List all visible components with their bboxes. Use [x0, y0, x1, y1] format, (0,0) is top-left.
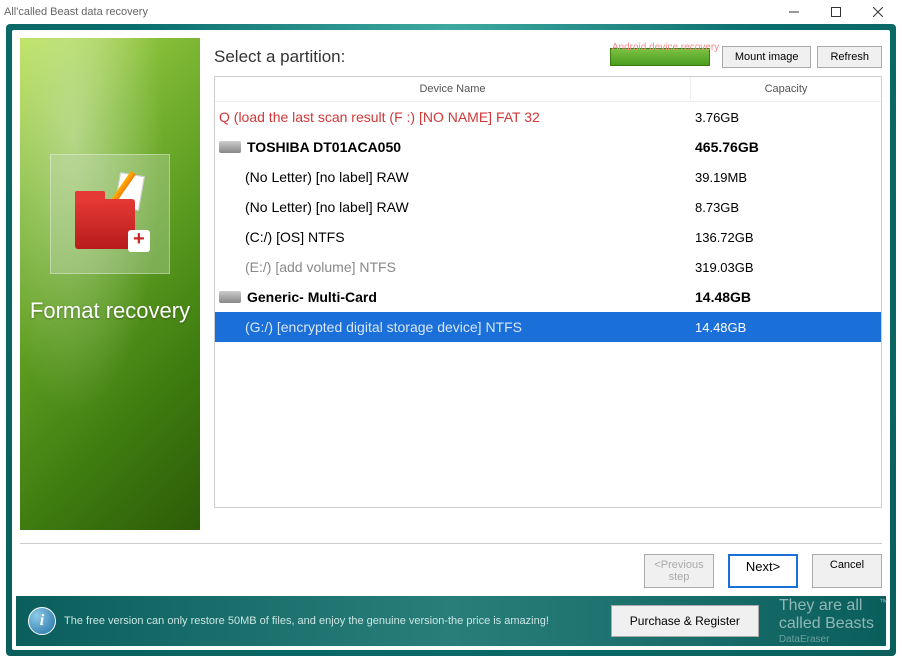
partition-label: Select a partition:: [214, 47, 610, 67]
previous-button: <Previous step: [644, 554, 714, 588]
app-logo-icon: [70, 174, 150, 254]
footer: i The free version can only restore 50MB…: [16, 596, 886, 646]
card-icon: [219, 291, 241, 303]
window-controls: [782, 2, 898, 22]
nav-area: <Previous step Next> Cancel: [20, 543, 882, 596]
partition-row[interactable]: (No Letter) [no label] RAW 39.19MB: [215, 162, 881, 192]
disk-row[interactable]: Generic- Multi-Card 14.48GB: [215, 282, 881, 312]
trademark: ™: [879, 597, 888, 607]
info-icon: i: [28, 607, 56, 635]
window-title: All'called Beast data recovery: [4, 6, 782, 18]
brand-label: DataEraser: [779, 634, 874, 645]
app-inner: Format recovery Select a partition: Andr…: [12, 30, 890, 650]
brand-area: They are allcalled Beasts ™ DataEraser: [779, 597, 874, 645]
titlebar: All'called Beast data recovery: [0, 0, 902, 24]
table-body: Q (load the last scan result (F :) [NO N…: [215, 102, 881, 507]
refresh-button[interactable]: Refresh: [817, 46, 882, 68]
partition-row[interactable]: (E:/) [add volume] NTFS 319.03GB: [215, 252, 881, 282]
close-button[interactable]: [866, 2, 890, 22]
table-header: Device Name Capacity: [215, 77, 881, 102]
android-recovery-button[interactable]: Android device recovery: [610, 48, 710, 66]
minimize-button[interactable]: [782, 2, 806, 22]
partition-row-selected[interactable]: (G:/) [encrypted digital storage device]…: [215, 312, 881, 342]
app-frame: Format recovery Select a partition: Andr…: [6, 24, 896, 656]
next-button[interactable]: Next>: [728, 554, 798, 588]
main-content: Format recovery Select a partition: Andr…: [12, 30, 890, 531]
disk-icon: [219, 141, 241, 153]
purchase-button[interactable]: Purchase & Register: [611, 605, 759, 637]
sidebar-title: Format recovery: [30, 298, 190, 324]
cancel-button[interactable]: Cancel: [812, 554, 882, 588]
partition-row[interactable]: (No Letter) [no label] RAW 8.73GB: [215, 192, 881, 222]
logo-box: [50, 154, 170, 274]
partition-row[interactable]: (C:/) [OS] NTFS 136.72GB: [215, 222, 881, 252]
scan-result-row[interactable]: Q (load the last scan result (F :) [NO N…: [215, 102, 881, 132]
col-device-name[interactable]: Device Name: [215, 77, 691, 101]
sidebar: Format recovery: [20, 38, 200, 530]
footer-message: The free version can only restore 50MB o…: [64, 615, 611, 627]
mount-image-button[interactable]: Mount image: [722, 46, 812, 68]
right-panel: Select a partition: Android device recov…: [214, 38, 882, 531]
col-capacity[interactable]: Capacity: [691, 77, 881, 101]
partition-header: Select a partition: Android device recov…: [214, 38, 882, 76]
disk-row[interactable]: TOSHIBA DT01ACA050 465.76GB: [215, 132, 881, 162]
maximize-button[interactable]: [824, 2, 848, 22]
partition-table: Device Name Capacity Q (load the last sc…: [214, 76, 882, 508]
